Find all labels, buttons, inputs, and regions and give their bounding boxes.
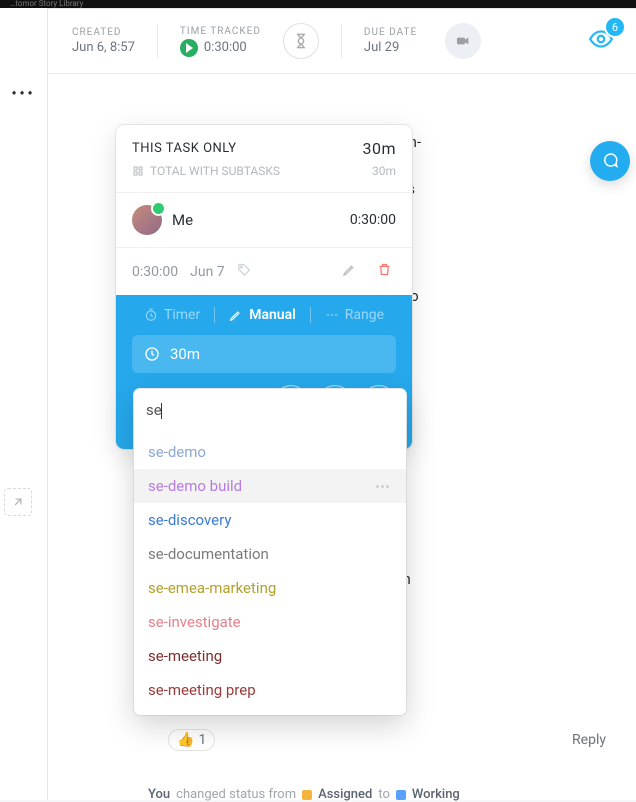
reply-button[interactable]: Reply [572, 732, 606, 748]
left-rail: ••• [0, 8, 48, 800]
created-block: CREATED Jun 6, 8:57 [72, 27, 135, 55]
tag-dropdown: se se-demose-demo build⋯se-discoveryse-d… [134, 389, 406, 715]
user-total: 0:30:00 [350, 212, 396, 228]
tag-option[interactable]: se-meeting [134, 639, 406, 673]
delete-entry-button[interactable] [373, 258, 396, 285]
due-block[interactable]: DUE DATE Jul 29 [364, 27, 417, 55]
this-task-value: 30m [362, 139, 396, 158]
entry-date: Jun 7 [190, 264, 225, 280]
created-value: Jun 6, 8:57 [72, 40, 135, 55]
watchers-count: 6 [606, 18, 624, 36]
tab-range[interactable]: Range [325, 307, 384, 323]
edit-entry-button[interactable] [338, 258, 361, 285]
expand-icon[interactable] [4, 488, 32, 516]
tag-search-input[interactable] [146, 399, 394, 429]
subtasks-value: 30m [372, 164, 396, 178]
separator [157, 24, 158, 58]
titlebar-strip: …tomor Story Library [0, 0, 636, 8]
time-tracked-label: TIME TRACKED [180, 26, 261, 37]
this-task-label: THIS TASK ONLY [132, 141, 237, 156]
more-menu-button[interactable]: ••• [0, 86, 47, 102]
tag-icon[interactable] [237, 262, 252, 281]
user-name: Me [172, 211, 193, 229]
due-label: DUE DATE [364, 27, 417, 38]
duration-input[interactable]: 30m [132, 335, 396, 373]
clock-icon [144, 346, 160, 362]
time-entry-row[interactable]: 0:30:00 Jun 7 [116, 248, 412, 295]
user-total-row[interactable]: Me 0:30:00 [116, 193, 412, 247]
duration-value: 30m [170, 345, 200, 363]
tab-timer[interactable]: Timer [144, 307, 200, 323]
avatar [132, 205, 162, 235]
tag-option[interactable]: se-emea-marketing [134, 571, 406, 605]
entry-duration: 0:30:00 [132, 264, 178, 280]
tag-option[interactable]: se-demo build⋯ [134, 469, 406, 503]
subtasks-label: TOTAL WITH SUBTASKS [132, 164, 280, 178]
tab-manual[interactable]: Manual [229, 307, 296, 323]
tag-option[interactable]: se-discovery [134, 503, 406, 537]
status-color-assigned [302, 790, 312, 800]
comment-footer: 👍 1 Reply [168, 729, 606, 751]
reaction-thumbs-up[interactable]: 👍 1 [168, 729, 215, 751]
separator [341, 24, 342, 58]
status-color-working [396, 790, 406, 800]
created-label: CREATED [72, 27, 135, 38]
tag-option[interactable]: se-investigate [134, 605, 406, 639]
time-tracked-block[interactable]: TIME TRACKED 0:30:00 [180, 26, 261, 57]
tag-option[interactable]: se-meeting prep [134, 673, 406, 707]
play-icon[interactable] [180, 39, 198, 57]
presence-dot [153, 203, 164, 214]
chat-fab[interactable] [590, 141, 630, 181]
tag-option[interactable]: se-demo [134, 435, 406, 469]
tag-list: se-demose-demo build⋯se-discoveryse-docu… [134, 431, 406, 715]
task-meta-bar: CREATED Jun 6, 8:57 TIME TRACKED 0:30:00… [48, 9, 636, 74]
record-clip-button[interactable] [445, 23, 481, 59]
tag-option-menu[interactable]: ⋯ [375, 477, 392, 495]
time-tracked-value: 0:30:00 [204, 40, 247, 55]
watchers-button[interactable]: 6 [588, 26, 614, 56]
due-value: Jul 29 [364, 40, 417, 55]
tag-option[interactable]: se-documentation [134, 537, 406, 571]
estimate-button[interactable] [283, 23, 319, 59]
